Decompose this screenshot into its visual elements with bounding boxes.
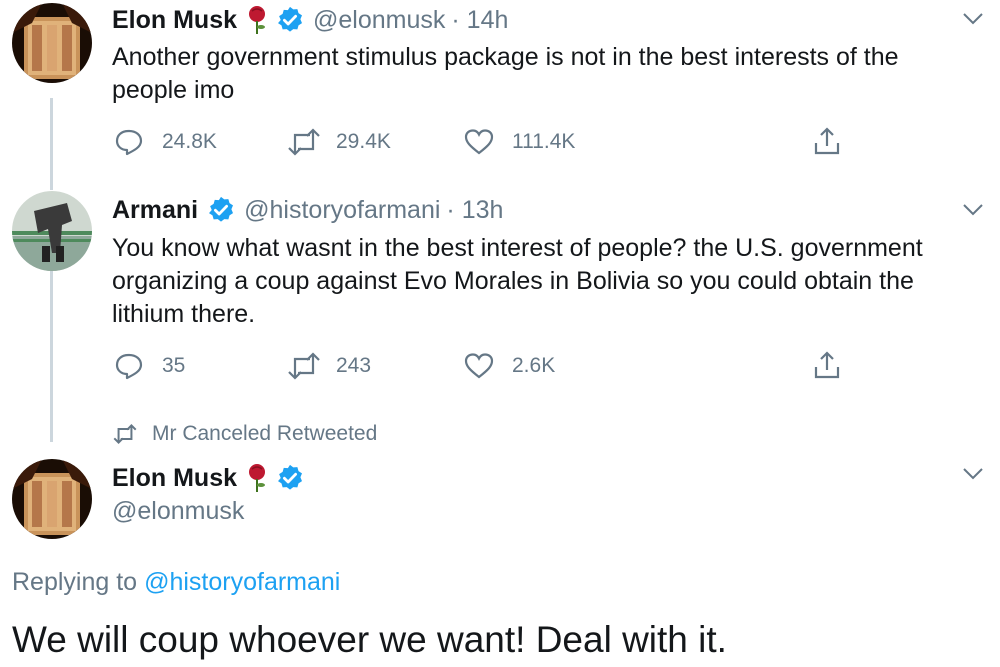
tweet-2-like-button[interactable]: 2.6K — [464, 352, 555, 380]
tweet-1-text: Another government stimulus package is n… — [112, 43, 899, 104]
share-icon — [814, 127, 840, 155]
tweet-1-retweet-count: 29.4K — [336, 130, 391, 153]
main-tweet-handle[interactable]: @elonmusk — [112, 497, 244, 526]
avatar-elonmusk[interactable] — [12, 459, 92, 539]
tweet-2-reply-count: 35 — [162, 354, 186, 377]
tweet-1-name[interactable]: Elon Musk — [112, 6, 237, 35]
tweet-2-time[interactable]: · 13h — [446, 196, 503, 225]
chevron-down-icon[interactable] — [962, 203, 984, 217]
share-icon — [814, 351, 840, 379]
heart-icon — [464, 353, 494, 379]
chevron-down-icon[interactable] — [962, 467, 984, 481]
main-tweet-text: We will coup whoever we want! Deal with … — [12, 619, 727, 660]
tweet-2-header: Armani @historyofarmani · 13h — [112, 194, 503, 226]
tweet-2-name[interactable]: Armani — [112, 196, 198, 225]
main-tweet-name[interactable]: Elon Musk — [112, 464, 237, 493]
avatar-elonmusk[interactable] — [12, 3, 92, 83]
reply-icon — [115, 129, 143, 156]
tweet-1-handle[interactable]: @elonmusk — [313, 6, 445, 35]
replying-to-link[interactable]: @historyofarmani — [144, 568, 340, 597]
thread-line — [50, 262, 53, 442]
tweet-2-reply-button[interactable]: 35 — [114, 352, 185, 380]
reply-icon — [115, 353, 143, 380]
replying-to: Replying to @historyofarmani — [12, 566, 340, 598]
retweet-icon — [288, 352, 320, 380]
retweet-icon — [113, 424, 137, 444]
tweet-1-like-count: 111.4K — [512, 130, 576, 153]
main-tweet-header: Elon Musk — [112, 462, 305, 494]
retweet-context: Mr Canceled Retweeted — [112, 420, 377, 448]
tweet-1-time[interactable]: · 14h — [451, 6, 508, 35]
verified-badge-icon — [278, 6, 303, 32]
verified-badge-icon — [209, 196, 234, 222]
tweet-1-header: Elon Musk @elonmusk · 14h — [112, 4, 508, 36]
tweet-2-like-count: 2.6K — [512, 354, 556, 377]
retweet-icon — [288, 128, 320, 156]
verified-badge-icon — [278, 464, 303, 490]
retweet-context-label[interactable]: Mr Canceled Retweeted — [152, 422, 377, 446]
replying-to-prefix: Replying to — [12, 567, 138, 596]
tweet-1-retweet-button[interactable]: 29.4K — [286, 128, 391, 156]
tweet-1-reply-button[interactable]: 24.8K — [114, 128, 217, 156]
avatar-historyofarmani[interactable] — [12, 191, 92, 271]
tweet-2-text: You know what wasnt in the best interest… — [112, 234, 923, 328]
rose-emoji-icon — [249, 464, 266, 492]
tweet-1-like-button[interactable]: 111.4K — [464, 128, 575, 156]
chevron-down-icon[interactable] — [962, 12, 984, 26]
tweet-2-handle[interactable]: @historyofarmani — [244, 196, 440, 225]
rose-emoji-icon — [249, 6, 266, 34]
tweet-2-share-button[interactable] — [813, 350, 841, 380]
thread-line — [50, 98, 53, 190]
tweet-2-retweet-button[interactable]: 243 — [286, 352, 371, 380]
heart-icon — [464, 129, 494, 155]
tweet-2-retweet-count: 243 — [336, 354, 372, 377]
tweet-1-reply-count: 24.8K — [162, 130, 217, 153]
tweet-1-share-button[interactable] — [813, 126, 841, 156]
